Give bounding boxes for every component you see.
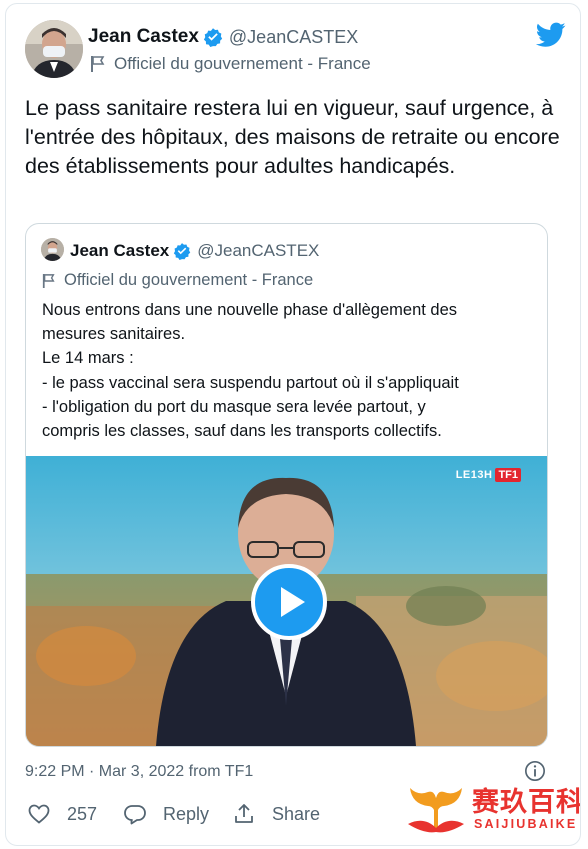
reply-label: Reply <box>163 803 210 824</box>
flag-icon <box>91 56 105 72</box>
flag-icon <box>42 273 55 288</box>
quoted-text-line: mesures sanitaires. <box>42 325 186 344</box>
watermark-latin: SAIJIUBAIKE <box>474 817 578 831</box>
author-avatar[interactable] <box>25 20 83 78</box>
twitter-logo-icon[interactable] <box>536 22 566 48</box>
watermark-chinese: 赛玖百科 <box>472 787 581 818</box>
reply-button[interactable]: Reply <box>123 802 209 826</box>
play-button[interactable] <box>251 564 327 640</box>
government-label-text: Officiel du gouvernement - France <box>114 54 371 73</box>
author-name-row: Jean Castex @JeanCASTEX <box>88 26 358 48</box>
quoted-text-line: - l'obligation du port du masque sera le… <box>42 397 426 416</box>
share-label: Share <box>272 803 321 824</box>
tv-channel-label: TF1 <box>495 468 521 482</box>
quoted-text-line: compris les classes, sauf dans les trans… <box>42 422 442 441</box>
verified-badge-icon <box>203 28 223 47</box>
quoted-text-line: Nous entrons dans une nouvelle phase d'a… <box>42 301 458 319</box>
quoted-government-label-text: Officiel du gouvernement - France <box>64 271 314 289</box>
heart-icon <box>28 804 50 824</box>
verified-badge-icon <box>174 243 191 260</box>
quoted-government-label: Officiel du gouvernement - France <box>42 271 313 290</box>
author-handle[interactable]: @JeanCASTEX <box>229 27 358 48</box>
like-count: 257 <box>67 803 98 824</box>
whale-tail-logo-icon <box>408 788 464 833</box>
quoted-text-line: - le pass vaccinal sera suspendu partout… <box>42 373 459 392</box>
quoted-author-avatar[interactable] <box>41 238 64 261</box>
reply-icon <box>124 805 146 825</box>
quoted-author-handle[interactable]: @JeanCASTEX <box>197 241 319 261</box>
play-icon <box>280 587 305 617</box>
quoted-tweet[interactable]: Jean Castex @JeanCASTEX Officiel du gouv… <box>25 223 548 747</box>
share-icon <box>235 804 253 823</box>
quoted-text-line: Le 14 mars : <box>42 349 134 368</box>
video-player[interactable]: LE13H TF1 <box>26 456 547 746</box>
tweet-text: Le pass sanitaire restera lui en vigueur… <box>25 96 560 178</box>
watermark: 赛玖百科 SAIJIUBAIKE <box>404 778 581 836</box>
government-label: Officiel du gouvernement - France <box>90 54 371 74</box>
tv-channel-logo: LE13H TF1 <box>456 468 521 482</box>
tv-show-label: LE13H <box>455 469 493 481</box>
share-button[interactable]: Share <box>232 802 320 826</box>
author-name[interactable]: Jean Castex <box>88 26 199 48</box>
quoted-author-name[interactable]: Jean Castex <box>70 241 169 261</box>
tweet-timestamp[interactable]: 9:22 PM · Mar 3, 2022 from TF1 <box>25 763 253 781</box>
quoted-tweet-text: Nous entrons dans une nouvelle phase d'a… <box>42 298 537 443</box>
tweet-card: Jean Castex @JeanCASTEX Officiel du gouv… <box>5 3 581 846</box>
like-button[interactable]: 257 <box>27 802 97 826</box>
quoted-author-name-row: Jean Castex @JeanCASTEX <box>70 241 319 261</box>
